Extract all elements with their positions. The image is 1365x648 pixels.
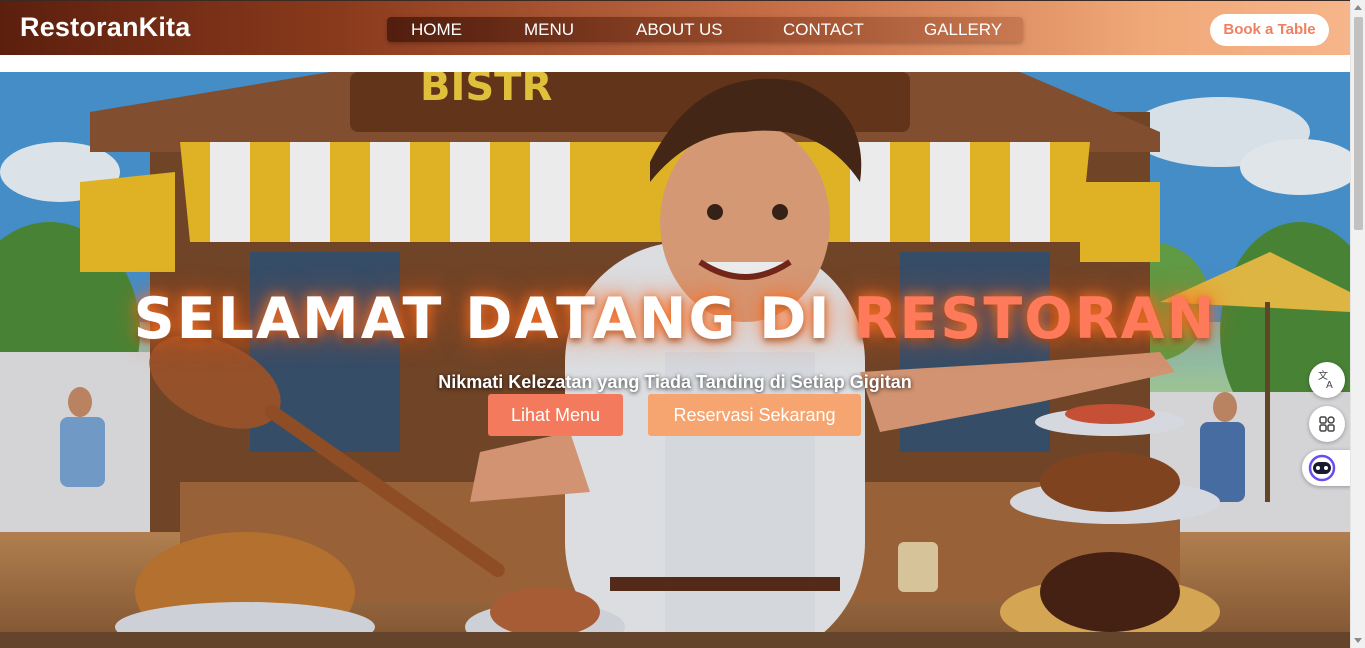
hero-subtitle: Nikmati Kelezatan yang Tiada Tanding di … <box>438 372 912 392</box>
hero-title-accent: RESTORAN <box>853 286 1217 352</box>
translate-icon: 文 A <box>1318 369 1333 391</box>
scroll-up-arrow-icon[interactable] <box>1354 5 1362 10</box>
book-table-button[interactable]: Book a Table <box>1210 14 1329 46</box>
apps-grid-icon <box>1319 416 1335 432</box>
page-scrollbar[interactable] <box>1350 0 1365 648</box>
reserve-now-button[interactable]: Reservasi Sekarang <box>648 394 861 436</box>
assistant-button[interactable] <box>1302 450 1352 486</box>
nav-menu: HOME MENU ABOUT US CONTACT GALLERY <box>387 17 1023 42</box>
brand-logo[interactable]: RestoranKita <box>20 12 190 43</box>
hero-background-illustration: BISTR <box>0 72 1350 648</box>
page: RestoranKita HOME MENU ABOUT US CONTACT … <box>0 0 1365 648</box>
hero-title-main: SELAMAT DATANG DI <box>133 286 854 352</box>
nav-item-menu[interactable]: MENU <box>524 20 574 40</box>
assistant-face-icon <box>1308 454 1336 482</box>
nav-item-about-us[interactable]: ABOUT US <box>636 20 723 40</box>
nav-item-contact[interactable]: CONTACT <box>783 20 864 40</box>
hero-section: BISTR SELAMAT DATANG DI RESTORAN Nikmati… <box>0 72 1350 648</box>
scroll-down-arrow-icon[interactable] <box>1354 638 1362 643</box>
scroll-thumb[interactable] <box>1354 17 1363 230</box>
navbar: RestoranKita HOME MENU ABOUT US CONTACT … <box>0 0 1350 55</box>
apps-button[interactable] <box>1309 406 1345 442</box>
translate-button[interactable]: 文 A <box>1309 362 1345 398</box>
svg-text:A: A <box>1326 380 1333 391</box>
hero-title: SELAMAT DATANG DI RESTORAN <box>0 286 1350 352</box>
nav-item-gallery[interactable]: GALLERY <box>924 20 1002 40</box>
nav-item-home[interactable]: HOME <box>411 20 462 40</box>
view-menu-button[interactable]: Lihat Menu <box>488 394 623 436</box>
